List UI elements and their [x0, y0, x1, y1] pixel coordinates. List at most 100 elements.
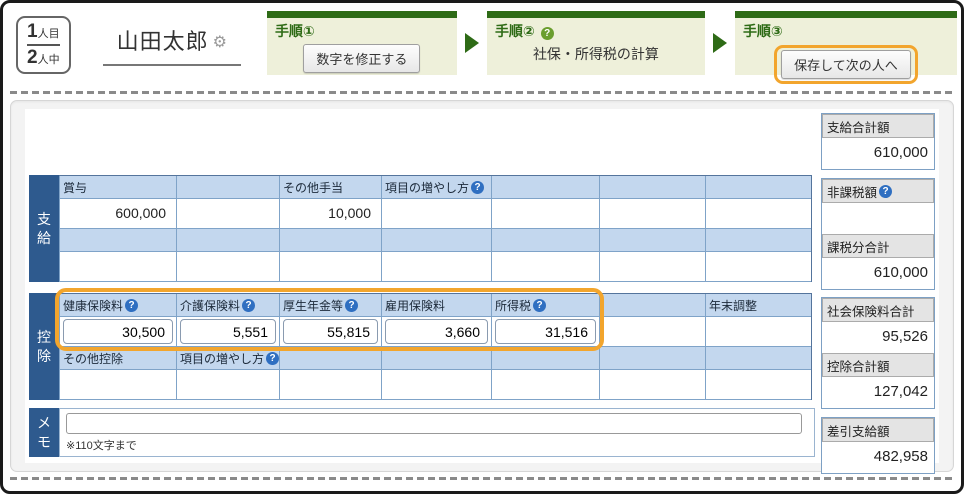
save-next-button[interactable]: 保存して次の人へ [781, 50, 911, 79]
col-header-add-items: 項目の増やし方? [176, 347, 279, 370]
col-header [176, 229, 279, 252]
care-insurance-input[interactable] [180, 319, 276, 344]
payment-cell [599, 252, 705, 282]
top-dashed-divider [10, 91, 954, 94]
net-payment-label: 差引支給額 [822, 418, 934, 442]
col-header [176, 176, 279, 199]
payment-cell [491, 252, 599, 282]
step-2: 手順② ? 社保・所得税の計算 [486, 11, 705, 75]
col-header [491, 176, 599, 199]
fix-numbers-button[interactable]: 数字を修正する [303, 44, 421, 73]
pension-input[interactable] [283, 319, 378, 344]
deduction-cell [491, 370, 599, 400]
col-header-add-items: 項目の増やし方? [381, 176, 491, 199]
col-header [599, 347, 705, 370]
col-header [279, 229, 381, 252]
payment-cell [705, 199, 811, 229]
total-payment-box: 支給合計額 610,000 [821, 113, 935, 170]
deduction-cell [279, 370, 381, 400]
help-icon[interactable]: ? [879, 184, 893, 198]
help-icon[interactable]: ? [345, 298, 359, 312]
deduction-cell [599, 370, 705, 400]
col-header-bonus: 賞与 [59, 176, 176, 199]
main-panel: 支給 賞与 その他手当 項目の増やし方? 600,000 10,000 控除 健… [10, 100, 954, 474]
col-header [705, 347, 811, 370]
step-1: 手順① 数字を修正する [266, 11, 457, 75]
year-end-adjustment-cell [705, 317, 811, 347]
deduction-total-value: 127,042 [873, 383, 928, 400]
payment-cell [599, 199, 705, 229]
payment-cell [381, 199, 491, 229]
summary-column: 支給合計額 610,000 非課税額? 課税分合計 610,000 社会保険料合… [821, 113, 935, 474]
memo-row-label: メモ [29, 408, 59, 457]
deduction-totals-box: 社会保険料合計 95,526 控除合計額 127,042 [821, 297, 935, 409]
col-header [491, 229, 599, 252]
net-payment-box: 差引支給額 482,958 [821, 417, 935, 474]
col-header-income-tax: 所得税? [491, 294, 599, 317]
tax-free-label: 非課税額? [822, 179, 934, 203]
deduction-cell [705, 370, 811, 400]
col-header-health-insurance: 健康保険料? [59, 294, 176, 317]
col-header-other-allowance: その他手当 [279, 176, 381, 199]
deduction-section: 控除 健康保険料? 介護保険料? 厚生年金等? 雇用保険料 所得税? 年末調整 [29, 288, 815, 400]
payment-cell [491, 199, 599, 229]
col-header [599, 176, 705, 199]
deduction-cell [176, 370, 279, 400]
step-3-title: 手順③ [742, 23, 783, 39]
col-header-employment-insurance: 雇用保険料 [381, 294, 491, 317]
col-header [381, 347, 491, 370]
employee-name: 山田太郎 [116, 29, 209, 54]
total-payment-label: 支給合計額 [822, 114, 934, 138]
memo-input[interactable] [66, 413, 802, 434]
total-payment-value: 610,000 [873, 144, 928, 161]
deduction-cell [381, 370, 491, 400]
payment-cell [279, 252, 381, 282]
counter-total: 2 [27, 46, 38, 68]
col-header [705, 176, 811, 199]
col-header [381, 229, 491, 252]
arrow-icon [464, 33, 479, 53]
step-2-description: 社保・所得税の計算 [532, 46, 659, 62]
help-icon[interactable]: ? [471, 180, 485, 194]
header: 1人目 2人中 山田太郎 ⚙ 手順① 数字を修正する 手順② ? 社保・所得税の計… [10, 8, 957, 88]
col-header [705, 229, 811, 252]
deduction-cell [599, 317, 705, 347]
app-window: 1人目 2人中 山田太郎 ⚙ 手順① 数字を修正する 手順② ? 社保・所得税の計… [0, 0, 964, 494]
payment-cell [176, 252, 279, 282]
gear-icon[interactable]: ⚙ [213, 34, 227, 51]
col-header [599, 229, 705, 252]
col-header-other-deduction: その他控除 [59, 347, 176, 370]
help-icon[interactable]: ? [533, 298, 547, 312]
payment-section: 支給 賞与 その他手当 項目の増やし方? 600,000 10,000 [29, 175, 815, 282]
other-allowance-amount: 10,000 [279, 199, 381, 229]
payment-cell [59, 252, 176, 282]
bottom-dashed-divider [10, 477, 954, 480]
payment-cell [381, 252, 491, 282]
deduction-row-label: 控除 [29, 293, 59, 400]
memo-char-limit-note: ※110文字まで [66, 440, 137, 452]
col-header [59, 229, 176, 252]
save-button-highlight: 保存して次の人へ [774, 45, 918, 84]
income-tax-input[interactable] [495, 319, 596, 344]
employment-insurance-input[interactable] [385, 319, 488, 344]
memo-section: メモ ※110文字まで [29, 408, 815, 457]
help-icon[interactable]: ? [125, 298, 139, 312]
counter-current: 1 [27, 21, 38, 42]
health-insurance-input[interactable] [63, 319, 173, 344]
col-header-pension: 厚生年金等? [279, 294, 381, 317]
help-icon[interactable]: ? [242, 298, 256, 312]
counter-divider [27, 43, 60, 46]
help-icon[interactable]: ? [266, 351, 279, 365]
employee-name-block: 山田太郎 ⚙ [102, 22, 241, 66]
tax-box: 非課税額? 課税分合計 610,000 [821, 178, 935, 290]
deduction-total-label: 控除合計額 [822, 353, 934, 377]
bonus-amount: 600,000 [59, 199, 176, 229]
taxable-total-value: 610,000 [873, 264, 928, 281]
col-header [279, 347, 381, 370]
step-bar: 手順① 数字を修正する 手順② ? 社保・所得税の計算 手順③ 保存して次の人へ [266, 11, 957, 84]
step-3: 手順③ 保存して次の人へ [734, 11, 957, 84]
net-payment-value: 482,958 [873, 448, 928, 465]
help-icon[interactable]: ? [540, 27, 554, 40]
col-header-year-end-adjustment: 年末調整 [705, 294, 811, 317]
col-header [491, 347, 599, 370]
